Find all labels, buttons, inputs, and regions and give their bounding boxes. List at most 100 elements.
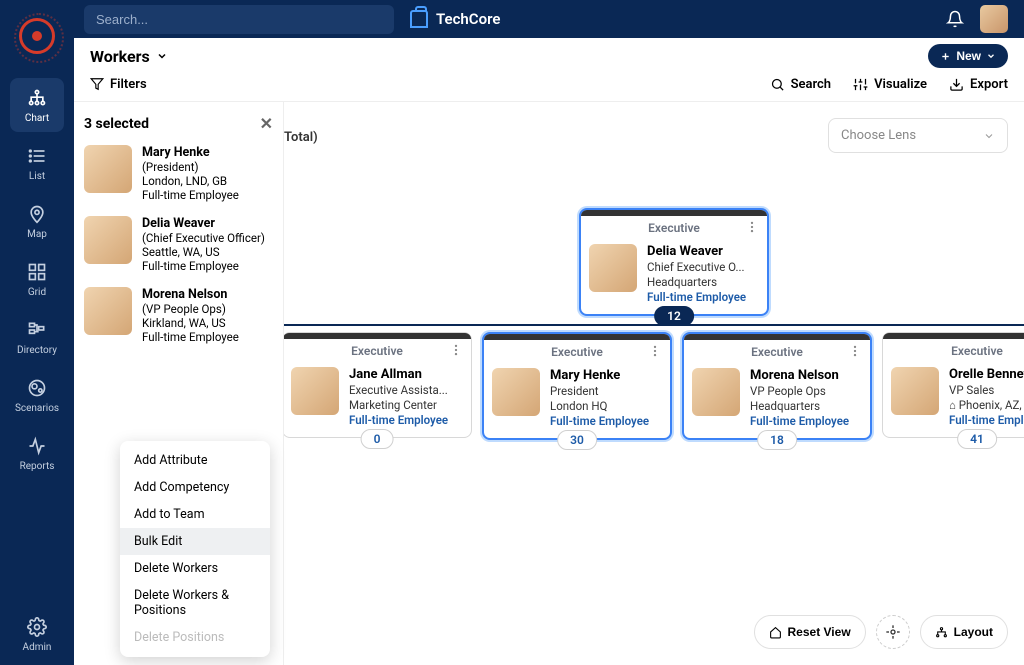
org-chart-icon [27,88,47,108]
avatar [589,244,637,292]
brand-icon [410,10,428,28]
kebab-icon[interactable] [449,343,463,357]
card-loc: ⌂ Phoenix, AZ, U [949,398,1024,412]
choose-lens-select[interactable]: Choose Lens [828,118,1008,153]
avatar [891,367,939,415]
brand: TechCore [410,10,500,28]
card-type: Full-time Employee [750,414,849,428]
kebab-icon[interactable] [745,220,759,234]
nav-map[interactable]: Map [10,194,64,248]
card-count[interactable]: 18 [757,430,797,450]
card-type: Full-time Employee [647,290,746,304]
nav-directory[interactable]: Directory [10,310,64,364]
reset-view-button[interactable]: Reset View [754,615,866,649]
card-name: Morena Nelson [750,368,849,383]
nav-label: Reports [20,461,55,472]
sel-loc: London, LND, GB [142,174,239,188]
page-header: Workers New Filters Search Visualize E [74,38,1024,102]
nav-label: Chart [25,113,49,124]
kebab-icon[interactable] [848,344,862,358]
close-selection-button[interactable]: ✕ [260,114,273,133]
left-sidebar: Chart List Map Grid Directory Scenarios … [0,0,74,665]
org-card[interactable]: Executive Mary Henke President London HQ… [482,332,672,440]
list-icon [27,146,47,166]
menu-delete-workers-positions[interactable]: Delete Workers & Positions [120,582,270,624]
sel-type: Full-time Employee [142,259,265,273]
avatar [84,287,132,335]
map-pin-icon [27,204,47,224]
card-name: Delia Weaver [647,244,746,259]
layout-button[interactable]: Layout [920,615,1008,649]
card-count[interactable]: 0 [361,429,394,449]
card-type: Full-time Employee [349,413,448,427]
nav-reports[interactable]: Reports [10,426,64,480]
nav-label: Directory [17,345,57,356]
org-card[interactable]: Executive Morena Nelson VP People Ops He… [682,332,872,440]
recenter-button[interactable] [876,615,910,649]
grid-icon [27,262,47,282]
sel-role: (President) [142,160,239,174]
avatar [84,145,132,193]
sel-name: Morena Nelson [142,287,239,302]
sel-name: Mary Henke [142,145,239,160]
chevron-down-icon [986,51,996,61]
kebab-icon[interactable] [648,344,662,358]
nav-grid[interactable]: Grid [10,252,64,306]
card-loc: Headquarters [750,399,849,413]
brand-name: TechCore [436,10,500,28]
card-role: Executive Assista... [349,383,448,397]
menu-add-to-team[interactable]: Add to Team [120,501,270,528]
sel-name: Delia Weaver [142,216,265,231]
card-name: Jane Allman [349,367,448,382]
selection-item[interactable]: Mary Henke (President) London, LND, GB F… [84,145,273,202]
visualize-button[interactable]: Visualize [853,77,927,92]
scenarios-icon [27,378,47,398]
card-dept: Executive [551,345,603,359]
canvas-controls: Reset View Layout [754,615,1009,649]
search-button[interactable]: Search [770,77,832,92]
card-count[interactable]: 12 [654,306,694,326]
search-icon [770,77,785,92]
card-type: Full-time Employee [550,414,649,428]
sliders-icon [853,77,868,92]
gear-icon [27,617,47,637]
nav-chart[interactable]: Chart [10,78,64,132]
card-count[interactable]: 41 [957,429,997,449]
export-button[interactable]: Export [949,77,1008,92]
org-card-anchor[interactable]: Executive Delia Weaver Chief Executive O… [579,208,769,316]
card-dept: Executive [751,345,803,359]
org-card[interactable]: Executive Jane Allman Executive Assista.… [282,332,472,438]
user-avatar[interactable] [980,5,1008,33]
menu-delete-positions: Delete Positions [120,624,270,651]
total-label: Total) [284,130,318,145]
nav-list[interactable]: List [10,136,64,190]
org-card[interactable]: Executive Orelle Bennett VP Sales ⌂ Phoe… [882,332,1024,438]
card-role: President [550,384,649,398]
menu-delete-workers[interactable]: Delete Workers [120,555,270,582]
card-name: Mary Henke [550,368,649,383]
card-loc: London HQ [550,399,649,413]
layout-icon [935,626,948,639]
card-count[interactable]: 30 [557,430,597,450]
global-search-input[interactable] [84,5,394,34]
selection-item[interactable]: Morena Nelson (VP People Ops) Kirkland, … [84,287,273,344]
new-button[interactable]: New [928,44,1008,68]
nav-scenarios[interactable]: Scenarios [10,368,64,422]
directory-icon [27,320,47,340]
card-role: VP People Ops [750,384,849,398]
plus-icon [940,51,951,62]
sel-type: Full-time Employee [142,188,239,202]
nav-label: Admin [23,642,52,653]
menu-add-competency[interactable]: Add Competency [120,474,270,501]
menu-add-attribute[interactable]: Add Attribute [120,447,270,474]
bell-icon[interactable] [946,10,964,28]
app-logo [19,18,55,54]
home-icon [769,626,782,639]
filters-button[interactable]: Filters [90,77,147,92]
nav-admin[interactable]: Admin [10,607,64,661]
page-title[interactable]: Workers [90,47,168,66]
download-icon [949,77,964,92]
menu-bulk-edit[interactable]: Bulk Edit [120,528,270,555]
selection-item[interactable]: Delia Weaver (Chief Executive Officer) S… [84,216,273,273]
sel-role: (VP People Ops) [142,302,239,316]
